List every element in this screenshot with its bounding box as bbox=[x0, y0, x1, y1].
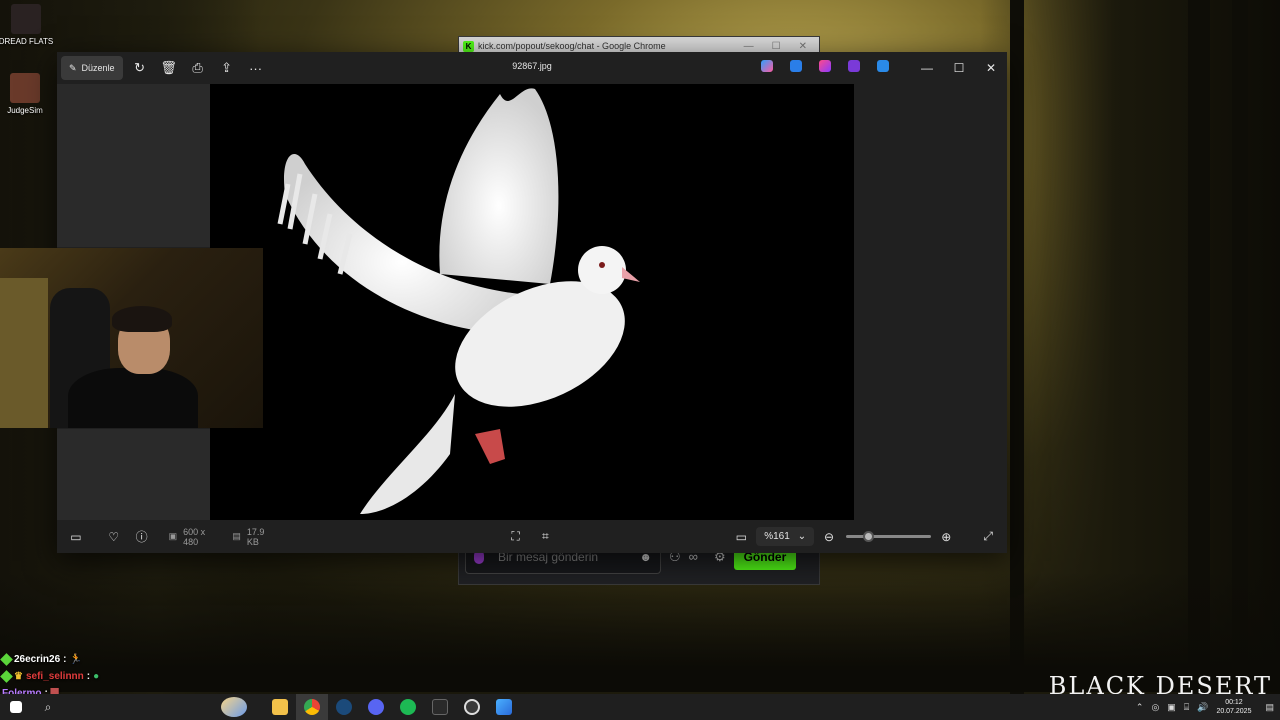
photos-icon[interactable] bbox=[488, 694, 520, 720]
edit-icon: ✎ bbox=[69, 62, 77, 73]
desktop-icon-dread-flats[interactable]: DREAD FLATS bbox=[0, 4, 56, 46]
fit-icon[interactable]: ⛶ bbox=[507, 529, 525, 544]
more-icon[interactable]: ··· bbox=[244, 56, 268, 80]
desktop-icon-label: JudgeSim bbox=[7, 106, 43, 115]
widgets-icon[interactable] bbox=[204, 694, 264, 720]
search-icon[interactable]: ⌕ bbox=[32, 694, 64, 720]
rotate-icon[interactable]: ↻ bbox=[128, 56, 152, 80]
image-dimensions: 600 x 480 bbox=[183, 526, 206, 547]
clipchamp-icon[interactable] bbox=[848, 60, 860, 72]
chrome-window-title: kick.com/popout/sekoog/chat - Google Chr… bbox=[478, 41, 666, 51]
obs-icon[interactable] bbox=[456, 694, 488, 720]
notification-icon[interactable]: ▤ bbox=[1265, 702, 1274, 713]
chevron-down-icon: ⌄ bbox=[797, 531, 807, 542]
close-icon[interactable]: ✕ bbox=[799, 41, 807, 52]
start-button[interactable] bbox=[0, 694, 32, 720]
discord-icon[interactable] bbox=[360, 694, 392, 720]
kick-logo-icon: K bbox=[463, 40, 474, 52]
desktop-icon-label: DREAD FLATS bbox=[0, 37, 54, 46]
share-icon[interactable]: ⇪ bbox=[215, 56, 239, 80]
favorite-icon[interactable]: ♡ bbox=[105, 530, 123, 544]
photos-window[interactable]: ✎ Düzenle ↻ 🗑 ⎙ ⇪ ··· 92867.jpg — ☐ ✕ ▭ … bbox=[0, 52, 1007, 553]
minimize-icon[interactable]: — bbox=[911, 52, 943, 84]
file-size: 17.9 KB bbox=[246, 526, 265, 547]
onedrive-icon[interactable] bbox=[877, 60, 889, 72]
edit-button[interactable]: ✎ Düzenle bbox=[61, 56, 123, 80]
volume-icon[interactable]: 🔊 bbox=[1197, 702, 1208, 713]
minimize-icon[interactable]: — bbox=[744, 41, 754, 52]
disk-icon: ▤ bbox=[232, 531, 241, 541]
paint-icon[interactable] bbox=[790, 60, 802, 72]
sub-badge-icon bbox=[0, 653, 13, 666]
chat-username: 26ecrin26 bbox=[14, 654, 61, 665]
photo-canvas[interactable] bbox=[210, 84, 854, 520]
file-explorer-icon[interactable] bbox=[264, 694, 296, 720]
crop-icon[interactable]: ⌗ bbox=[536, 529, 554, 544]
maximize-icon[interactable]: ☐ bbox=[943, 52, 975, 84]
maximize-icon[interactable]: ☐ bbox=[772, 41, 781, 52]
clock-date: 20.07.2025 bbox=[1216, 708, 1252, 715]
emote-icon: 🏃 bbox=[69, 654, 82, 665]
edit-label: Düzenle bbox=[81, 63, 115, 73]
network-icon[interactable]: ⌸ bbox=[1184, 702, 1189, 713]
filmstrip-area bbox=[57, 429, 210, 520]
copilot-icon[interactable] bbox=[761, 60, 773, 72]
filmstrip-icon[interactable]: ▭ bbox=[67, 530, 85, 544]
terminal-icon[interactable] bbox=[424, 694, 456, 720]
chat-line: 26ecrin26: 🏃 bbox=[0, 651, 100, 668]
clock-time: 00:12 bbox=[1225, 699, 1243, 706]
zoom-select[interactable]: %161 ⌄ bbox=[756, 527, 815, 546]
expand-icon[interactable]: ⤢ bbox=[979, 529, 997, 544]
crown-icon: ♛ bbox=[14, 671, 23, 682]
print-icon[interactable]: ⎙ bbox=[186, 56, 210, 80]
zoom-out-icon[interactable]: ⊖ bbox=[820, 530, 838, 544]
clock[interactable]: 00:12 20.07.2025 bbox=[1216, 698, 1251, 716]
app-tray-icon[interactable]: ◎ bbox=[1151, 702, 1159, 713]
spotify-icon[interactable] bbox=[392, 694, 424, 720]
webcam-overlay bbox=[0, 248, 263, 428]
close-icon[interactable]: ✕ bbox=[975, 52, 1007, 84]
zoom-value: %161 bbox=[764, 531, 790, 542]
game-icon bbox=[11, 4, 41, 34]
desktop-icon-judgesim[interactable]: JudgeSim bbox=[0, 73, 55, 115]
photos-bottombar: ▭ ♡ ⓘ ▣ 600 x 480 ▤ 17.9 KB ⛶ ⌗ ▭ %161 ⌄… bbox=[57, 520, 1007, 553]
chrome-icon[interactable] bbox=[296, 694, 328, 720]
image-icon: ▣ bbox=[168, 531, 178, 541]
app-tray-icon[interactable]: ▣ bbox=[1167, 702, 1176, 713]
steam-icon[interactable] bbox=[328, 694, 360, 720]
chat-username: sefi_selinnn bbox=[25, 671, 84, 682]
designer-icon[interactable] bbox=[819, 60, 831, 72]
game-icon bbox=[10, 73, 40, 103]
taskbar: ⌕ ⌃ ◎ ▣ ⌸ 🔊 00:12 20.07.2025 ▤ bbox=[0, 694, 1280, 720]
app-shortcuts bbox=[761, 60, 889, 72]
zoom-slider[interactable] bbox=[846, 531, 932, 542]
emote-icon: ● bbox=[93, 671, 100, 682]
info-icon[interactable]: ⓘ bbox=[133, 528, 151, 545]
sub-badge-icon bbox=[0, 670, 13, 683]
chat-line: ♛ sefi_selinnn: ● bbox=[0, 668, 100, 685]
filmstrip-area bbox=[57, 84, 210, 247]
chevron-up-icon[interactable]: ⌃ bbox=[1136, 702, 1144, 713]
system-tray: ⌃ ◎ ▣ ⌸ 🔊 00:12 20.07.2025 ▤ bbox=[1136, 698, 1280, 716]
zoom-in-icon[interactable]: ⊕ bbox=[937, 530, 955, 544]
dove-image bbox=[277, 88, 640, 514]
fullscreen-fit-icon[interactable]: ▭ bbox=[732, 530, 750, 544]
zoom-slider-knob[interactable] bbox=[862, 531, 874, 542]
trash-icon[interactable]: 🗑 bbox=[157, 56, 181, 80]
